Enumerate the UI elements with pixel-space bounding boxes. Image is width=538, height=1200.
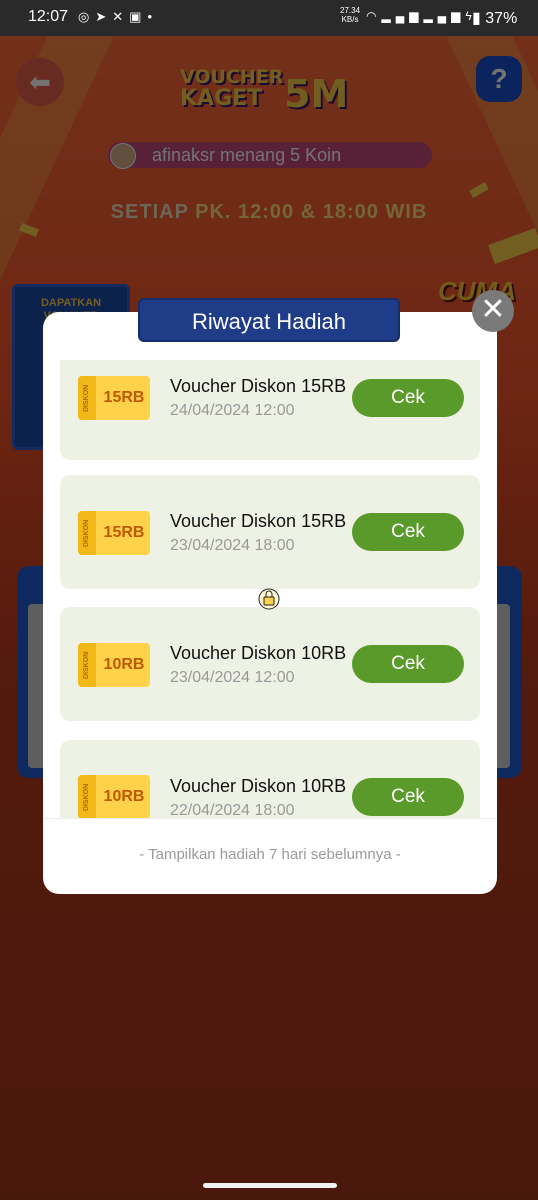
footer-divider (43, 818, 497, 819)
logo-line1: VOUCHER (180, 66, 284, 88)
network-speed-value: 27.34 (340, 6, 361, 15)
battery-indicator: ▮ 37% (472, 8, 517, 28)
confetti (488, 228, 538, 264)
ticket-amount: 15RB (103, 524, 145, 541)
voucher-date: 23/04/2024 18:00 (170, 537, 295, 554)
schedule-times: PK. 12:00 & 18:00 WIB (195, 201, 428, 223)
ticket-side-label: DISKON (83, 783, 90, 811)
signal-icon-2: ▂▄▆ (423, 9, 466, 23)
schedule-prefix: SETIAP (110, 201, 189, 223)
battery-icon: ▮ (472, 10, 481, 27)
voucher-ticket-icon: DISKON 10RB (78, 775, 150, 818)
ticket-side-label: DISKON (83, 519, 90, 547)
show-previous-link[interactable]: - Tampilkan hadiah 7 hari sebelumnya - (43, 846, 497, 863)
voucher-date: 24/04/2024 12:00 (170, 402, 295, 419)
network-speed-unit: KB/s (341, 15, 359, 24)
question-icon: ? (490, 63, 508, 94)
notification-icons: ◎➤✕▣• (78, 9, 158, 25)
connectivity-icons: ◠▂▄▆▂▄▆ϟ (366, 9, 477, 23)
app-icon: ▣ (129, 9, 148, 24)
ticket-side-label: DISKON (83, 651, 90, 679)
lock-sticker-icon (258, 588, 280, 610)
help-button[interactable]: ? (476, 56, 522, 102)
status-bar: 12:07 ◎➤✕▣• 27.34 KB/s ◠▂▄▆▂▄▆ϟ ▮ 37% (0, 0, 538, 36)
ticker-text: afinaksr menang 5 Koin (152, 145, 342, 165)
logo-line2: KAGET (180, 86, 263, 111)
cek-button[interactable]: Cek (352, 513, 464, 551)
voucher-date: 23/04/2024 12:00 (170, 669, 295, 686)
ticket-side-label: DISKON (83, 384, 90, 412)
voucher-title: Voucher Diskon 15RB (170, 511, 347, 531)
list-item: DISKON 10RB Voucher Diskon 10RB 22/04/20… (60, 740, 480, 818)
cek-button[interactable]: Cek (352, 645, 464, 683)
dot-icon: • (147, 9, 159, 24)
schedule-banner: SETIAP PK. 12:00 & 18:00 WIB (0, 201, 538, 224)
voucher-title: Voucher Diskon 15RB (170, 376, 347, 396)
cek-button[interactable]: Cek (352, 778, 464, 816)
x-icon: ✕ (112, 9, 130, 24)
signal-icon: ▂▄▆ (381, 9, 424, 23)
close-button[interactable]: ✕ (472, 290, 514, 332)
ticket-amount: 15RB (103, 389, 145, 406)
cek-button[interactable]: Cek (352, 379, 464, 417)
battery-level: 37% (485, 10, 518, 27)
close-icon: ✕ (480, 293, 506, 326)
confetti (469, 182, 489, 198)
winner-ticker: afinaksr menang 5 Koin (108, 142, 432, 169)
game-logo: VOUCHER KAGET 5M (180, 66, 360, 118)
network-speed: 27.34 KB/s (340, 6, 360, 24)
ticket-amount: 10RB (103, 656, 145, 673)
voucher-ticket-icon: DISKON 15RB (78, 376, 150, 420)
whatsapp-icon: ◎ (78, 9, 96, 24)
list-item: DISKON 10RB Voucher Diskon 10RB 23/04/20… (60, 607, 480, 721)
voucher-title: Voucher Diskon 10RB (170, 643, 347, 663)
logo-amount: 5M (284, 72, 349, 116)
voucher-ticket-icon: DISKON 10RB (78, 643, 150, 687)
confetti (19, 223, 39, 237)
list-item: DISKON 15RB Voucher Diskon 15RB 23/04/20… (60, 475, 480, 589)
telegram-icon: ➤ (95, 9, 113, 24)
wifi-icon: ◠ (366, 9, 382, 23)
list-item: DISKON 15RB Voucher Diskon 15RB 24/04/20… (60, 360, 480, 460)
back-arrow-icon: ⬅ (29, 67, 51, 97)
app-root: 12:07 ◎➤✕▣• 27.34 KB/s ◠▂▄▆▂▄▆ϟ ▮ 37% ⬅ … (0, 0, 538, 1200)
modal-title: Riwayat Hadiah (138, 298, 400, 342)
voucher-title: Voucher Diskon 10RB (170, 776, 347, 796)
status-time: 12:07 (28, 8, 69, 25)
gesture-nav-bar[interactable] (203, 1183, 337, 1188)
back-button[interactable]: ⬅ (16, 58, 64, 106)
ticket-amount: 10RB (103, 788, 145, 805)
voucher-date: 22/04/2024 18:00 (170, 802, 295, 818)
voucher-ticket-icon: DISKON 15RB (78, 511, 150, 555)
avatar (110, 143, 136, 169)
